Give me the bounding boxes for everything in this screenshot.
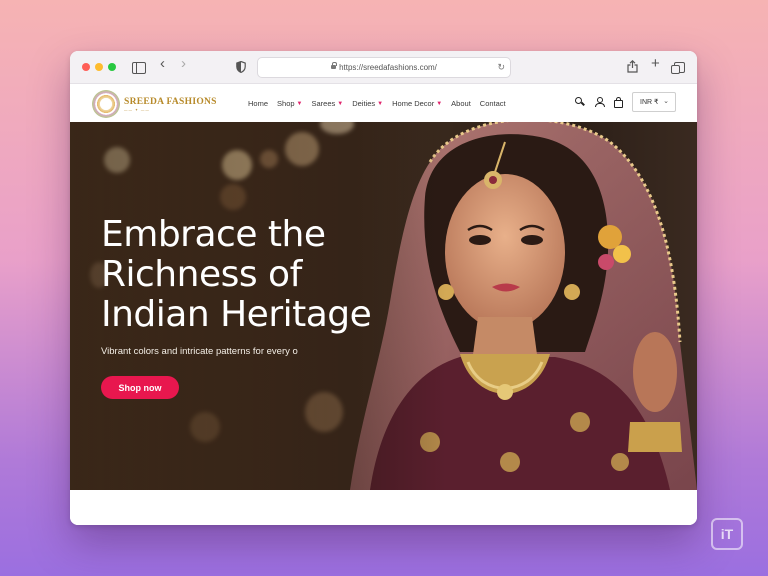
browser-toolbar: ‹ › https://sreedafashions.com/ ↻ + <box>70 51 697 84</box>
reload-icon[interactable]: ↻ <box>497 58 505 77</box>
nav-item-home[interactable]: Home <box>248 99 268 108</box>
nav-item-label: Shop <box>277 99 295 108</box>
tab-overview-icon[interactable] <box>671 62 685 74</box>
back-arrow-icon[interactable]: ‹ <box>160 56 165 71</box>
nav-item-label: Deities <box>352 99 376 108</box>
nav-item-shop[interactable]: Shop ▼ <box>277 99 302 108</box>
chevron-down-icon: ▼ <box>377 100 384 107</box>
chevron-down-icon: ⌄ <box>663 98 669 105</box>
hero-title-line: Indian Heritage <box>101 294 372 335</box>
nav-item-label: Home <box>248 99 269 108</box>
cart-icon[interactable] <box>613 97 623 108</box>
account-icon[interactable] <box>594 97 605 107</box>
main-nav: Home Shop ▼ Sarees ▼ Deities ▼ Home Decor ▼ About… <box>248 84 506 123</box>
sidebar-toggle-icon[interactable] <box>132 62 146 74</box>
chevron-down-icon: ▼ <box>296 100 303 107</box>
nav-item-label: About <box>451 99 471 108</box>
chevron-down-icon: ▼ <box>436 100 443 107</box>
nav-item-home-decor[interactable]: Home Decor ▼ <box>392 99 442 108</box>
share-icon[interactable] <box>627 59 638 76</box>
hero-banner: Embrace the Richness of Indian Heritage … <box>70 122 697 490</box>
hero-title: Embrace the Richness of Indian Heritage <box>101 215 401 335</box>
hero-title-line: Embrace the <box>101 214 326 255</box>
nav-item-about[interactable]: About <box>451 99 471 108</box>
site-header: SREEDA FASHIONS —— ✦ —— Home Shop ▼ Sarees ▼… <box>70 84 697 123</box>
zoom-window-button[interactable] <box>108 63 116 71</box>
shield-icon[interactable] <box>236 60 246 74</box>
currency-value: INR ₹ <box>640 99 659 106</box>
hero-subtitle: Vibrant colors and intricate patterns fo… <box>101 346 298 357</box>
minimize-window-button[interactable] <box>95 63 103 71</box>
address-bar[interactable]: https://sreedafashions.com/ ↻ <box>257 57 511 78</box>
url-text: https://sreedafashions.com/ <box>339 63 437 72</box>
close-window-button[interactable] <box>82 63 90 71</box>
logo-emblem-icon <box>92 90 120 118</box>
browser-window: ‹ › https://sreedafashions.com/ ↻ + SREE… <box>70 51 697 525</box>
nav-item-deities[interactable]: Deities ▼ <box>352 99 383 108</box>
nav-item-label: Contact <box>479 99 506 108</box>
shop-now-button[interactable]: Shop now <box>101 376 179 399</box>
logo-wordmark: SREEDA FASHIONS <box>124 96 217 107</box>
nav-item-sarees[interactable]: Sarees ▼ <box>312 99 344 108</box>
forward-arrow-icon[interactable]: › <box>181 56 186 71</box>
watermark-logo: iT <box>711 518 743 550</box>
lock-icon <box>331 62 337 69</box>
new-tab-icon[interactable]: + <box>651 56 660 71</box>
hero-title-line: Richness of <box>101 254 302 295</box>
nav-item-label: Home Decor <box>392 99 435 108</box>
logo-tagline: —— ✦ —— <box>124 107 150 112</box>
nav-item-contact[interactable]: Contact <box>480 99 506 108</box>
page-content-below-hero <box>70 490 697 525</box>
currency-select[interactable]: INR ₹ ⌄ <box>632 92 676 112</box>
search-icon[interactable] <box>575 97 585 107</box>
chevron-down-icon: ▼ <box>337 100 344 107</box>
header-icons <box>575 97 623 108</box>
nav-item-label: Sarees <box>311 99 336 108</box>
site-logo[interactable]: SREEDA FASHIONS —— ✦ —— <box>92 89 217 119</box>
